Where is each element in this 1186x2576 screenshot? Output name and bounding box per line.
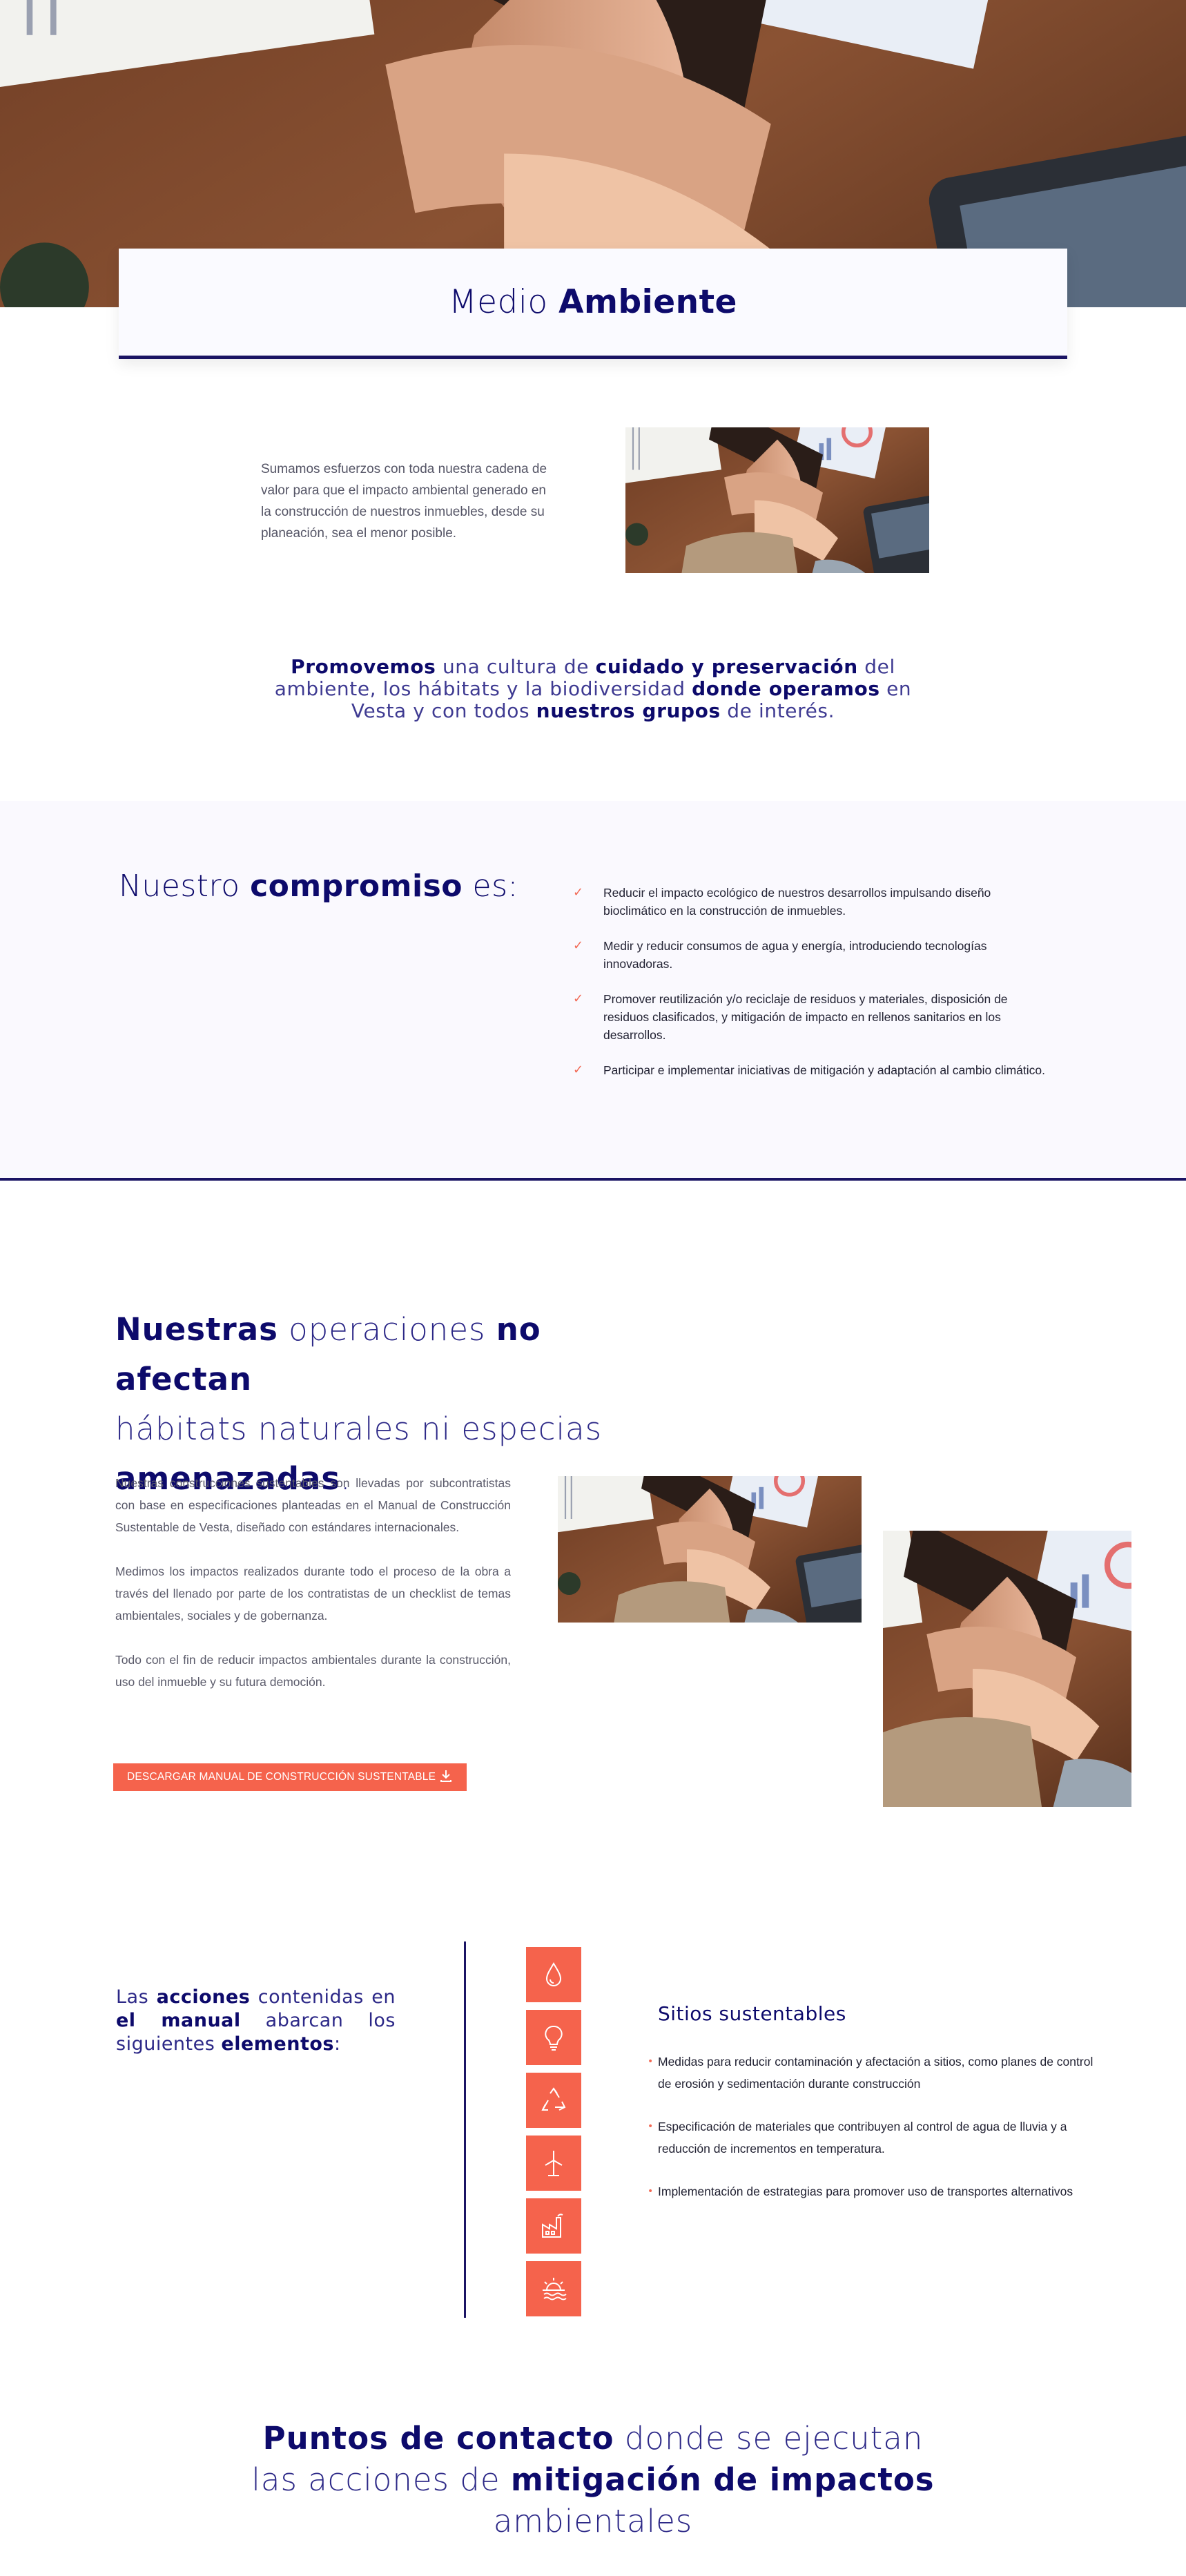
promo-seg: Promovemos [291,655,436,678]
puntos-seg: mitigación de impactos [510,2461,935,2498]
checkmark-icon: ✓ [573,1063,584,1077]
list-item-text: Medir y reducir consumos de agua y energ… [603,939,987,971]
list-item: ✓ Promover reutilización y/o reciclaje d… [573,990,1056,1044]
checkmark-icon: ✓ [573,938,584,953]
acc-seg: acciones [156,1986,251,2008]
promo-seg: una cultura de [436,655,596,678]
compromiso-title-bold: compromiso [250,869,463,904]
list-item: ✓ Medir y reducir consumos de agua y ene… [573,937,1056,973]
acc-seg: elementos [221,2033,334,2055]
acc-seg: : [333,2033,341,2055]
list-item: • Especificación de materiales que contr… [648,2115,1096,2160]
checkmark-icon: ✓ [573,885,584,900]
paragraph: Nuestras construcciones sustentables son… [115,1476,511,1534]
compromiso-title: Nuestro compromiso es: [119,869,518,904]
list-item: • Implementación de estrategias para pro… [648,2180,1096,2202]
factory-icon[interactable] [526,2198,581,2254]
compromiso-title-pre: Nuestro [119,869,251,904]
download-button-label: DESCARGAR MANUAL DE CONSTRUCCIÓN SUSTENT… [127,1771,436,1783]
ops-title-seg: hábitats naturales ni especias [115,1411,603,1447]
acc-seg: contenidas en [250,1986,396,2008]
lightbulb-icon[interactable] [526,2010,581,2065]
operaciones-body: Nuestras construcciones sustentables son… [115,1472,511,1715]
recycle-icon[interactable] [526,2073,581,2128]
wind-turbine-icon[interactable] [526,2136,581,2191]
operaciones-image-2 [883,1531,1131,1807]
page-title-card: Medio Ambiente [119,249,1067,359]
puntos-seg: Puntos de contacto [262,2420,614,2457]
list-item: • Medidas para reducir contaminación y a… [648,2051,1096,2095]
bullet-icon: • [648,2056,654,2067]
promo-seg: nuestros grupos [536,699,721,722]
intro-image [625,427,929,573]
list-item: ✓ Participar e implementar iniciativas d… [573,1061,1056,1079]
download-manual-button[interactable]: DESCARGAR MANUAL DE CONSTRUCCIÓN SUSTENT… [113,1763,467,1791]
promo-statement: Promovemos una cultura de cuidado y pres… [262,656,924,722]
water-drop-icon[interactable] [526,1947,581,2002]
vertical-divider [464,1941,466,2318]
section-divider [0,1178,1186,1181]
page-title: Medio Ambiente [449,283,737,321]
list-item: ✓ Reducir el impacto ecológico de nuestr… [573,884,1056,920]
promo-seg: cuidado y preservación [595,655,858,678]
sitios-list: • Medidas para reducir contaminación y a… [648,2051,1096,2223]
paragraph: Medimos los impactos realizados durante … [115,1565,511,1623]
bullet-icon: • [648,2186,654,2197]
sunset-water-icon[interactable] [526,2261,581,2316]
paragraph: Todo con el fin de reducir impactos ambi… [115,1653,511,1689]
acc-seg: el manual [116,2010,241,2031]
page-title-light: Medio [449,283,559,321]
promo-seg: de interés. [720,699,835,722]
list-item-text: Reducir el impacto ecológico de nuestros… [603,886,991,918]
compromiso-title-post: es: [463,869,518,904]
list-item-text: Participar e implementar iniciativas de … [603,1063,1046,1077]
list-item-text: Implementación de estrategias para promo… [658,2185,1073,2198]
checkmark-icon: ✓ [573,991,584,1006]
puntos-title: Puntos de contacto donde se ejecutan las… [242,2418,944,2542]
compromiso-list: ✓ Reducir el impacto ecológico de nuestr… [573,884,1056,1096]
active-section-title: Sitios sustentables [658,2002,846,2025]
intro-text: Sumamos esfuerzos con toda nuestra caden… [261,462,547,541]
ops-title-seg: operaciones [278,1311,496,1348]
download-icon [439,1769,453,1786]
page-title-bold: Ambiente [558,283,737,321]
ops-title-seg: Nuestras [115,1311,278,1348]
acc-seg: Las [116,1986,157,2008]
list-item-text: Promover reutilización y/o reciclaje de … [603,992,1008,1042]
list-item-text: Especificación de materiales que contrib… [658,2120,1067,2156]
operaciones-image-1 [558,1476,862,1623]
promo-seg: donde operamos [692,677,880,700]
bullet-icon: • [648,2121,654,2132]
puntos-seg: ambientales [493,2503,693,2539]
acciones-text: Las acciones contenidas en el manual aba… [116,1986,396,2056]
list-item-text: Medidas para reducir contaminación y afe… [658,2055,1093,2091]
